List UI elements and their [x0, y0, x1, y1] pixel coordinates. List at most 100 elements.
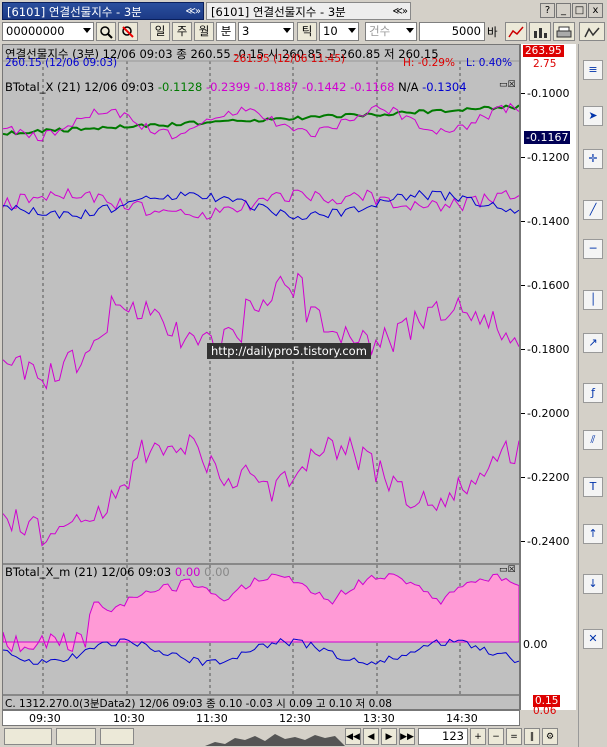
chevron-down-icon: [283, 28, 291, 33]
text-icon[interactable]: T: [583, 476, 603, 497]
search-button[interactable]: [96, 22, 116, 41]
status-box-3[interactable]: [100, 728, 134, 745]
channel-icon[interactable]: ⫽: [583, 430, 603, 451]
y-tick-label: -0.1600: [527, 279, 570, 292]
tick-select[interactable]: 10: [319, 22, 359, 41]
x-tick-label: 13:30: [363, 712, 395, 725]
status-box-2[interactable]: [56, 728, 96, 745]
tab-nav-icon[interactable]: ≪»: [185, 3, 201, 19]
count-select[interactable]: 건수: [365, 22, 417, 41]
status-bar: ◀◀ ◀ ▶ ▶▶ 123 + − = ‖ ⚙: [0, 727, 578, 747]
x-icon[interactable]: ✕: [583, 629, 603, 649]
period-month-button[interactable]: 월: [194, 22, 214, 41]
page-input[interactable]: 123: [418, 728, 468, 745]
search-icon: [100, 26, 113, 39]
tick-button[interactable]: 틱: [297, 22, 317, 41]
vline-icon[interactable]: │: [583, 289, 603, 310]
tab-period: - 3분: [320, 5, 346, 19]
cursor-icon[interactable]: ➤: [583, 106, 603, 127]
y-tick-label: -0.2400: [527, 535, 570, 548]
scroll-prev-button[interactable]: ◀: [363, 728, 379, 745]
chevron-down-icon: [83, 28, 91, 33]
minute-select[interactable]: 3: [238, 22, 294, 41]
price-header-line2b: 261.95 (12/06 11:45): [233, 53, 346, 65]
x-tick-label: 14:30: [446, 712, 478, 725]
help-button[interactable]: ?: [540, 3, 555, 18]
bar-chart-icon: [534, 28, 547, 38]
zoom-in-button[interactable]: +: [470, 728, 486, 745]
fib-icon[interactable]: ƒ: [583, 383, 603, 404]
y-tick-mark: [521, 93, 525, 94]
tab-code: [6101]: [7, 5, 46, 19]
chart-canvas[interactable]: [2, 45, 520, 709]
options-button[interactable]: [579, 22, 605, 41]
tab-period: - 3분: [116, 5, 142, 19]
maximize-button[interactable]: □: [572, 3, 587, 18]
x-tick-label: 12:30: [279, 712, 311, 725]
x-tick-label: 10:30: [113, 712, 145, 725]
panel2-title: BTotal_X_m (21) 12/06 09:03 0.00 0.00: [5, 565, 230, 579]
series-blue-1: [2, 189, 520, 221]
code-select[interactable]: 00000000: [2, 22, 94, 41]
y-tick-label: -0.1200: [527, 151, 570, 164]
drawing-toolbar: ≡ ➤ ✛ ╱ ─ │ ↗ ƒ ⫽ T ↑ ↓ ✕: [578, 44, 607, 747]
y-tick-mark: [521, 221, 525, 222]
series-magenta-3: [2, 272, 520, 390]
tab-futures-3min[interactable]: [6101] 연결선물지수 - 3분 ≪»: [2, 2, 204, 20]
x-tick-label: 09:30: [29, 712, 61, 725]
arrow-icon[interactable]: ↗: [583, 332, 603, 353]
zoom-out-button[interactable]: −: [488, 728, 504, 745]
settings-icon[interactable]: ⚙: [542, 728, 558, 745]
trend-icon[interactable]: ╱: [583, 200, 603, 220]
current-value-tag: -0.1167: [524, 131, 571, 144]
chevron-down-icon: [406, 28, 414, 33]
x-axis: 09:30 10:30 11:30 12:30 13:30 14:30: [2, 710, 520, 726]
print-button[interactable]: [553, 22, 575, 41]
period-minute-button[interactable]: 분: [216, 22, 236, 41]
settings-button[interactable]: [529, 22, 551, 41]
bar-label: 바: [487, 25, 498, 39]
count-input[interactable]: 5000: [419, 22, 485, 41]
toolbar: 00000000 일 주 월 분 3 틱 10 건수 5000 바: [0, 22, 607, 43]
up-icon[interactable]: ↑: [583, 523, 603, 544]
print-icon: [556, 26, 572, 38]
tab-title: 연결선물지수: [252, 5, 317, 19]
tab-futures-3min-2[interactable]: [6101] 연결선물지수 - 3분 ≪»: [206, 2, 411, 20]
histogram-fill: [2, 573, 520, 653]
panel3-title: C. 1312.270.0(3분Data2) 12/06 09:03 종 0.1…: [5, 698, 392, 710]
period-day-button[interactable]: 일: [150, 22, 170, 41]
x-tick-label: 11:30: [196, 712, 228, 725]
panel1-controls-icon[interactable]: ▭☒: [499, 80, 516, 90]
cross-icon[interactable]: ✛: [583, 149, 603, 170]
tab-title: 연결선물지수: [48, 5, 113, 19]
close-button[interactable]: x: [588, 3, 603, 18]
zoom-reset-button[interactable]: =: [506, 728, 522, 745]
series-magenta-4: [2, 433, 520, 547]
status-box[interactable]: [4, 728, 52, 745]
scroll-last-button[interactable]: ▶▶: [399, 728, 415, 745]
panel2-controls-icon[interactable]: ▭☒: [499, 565, 516, 575]
series-green: [2, 104, 520, 136]
price-tag: 263.95: [523, 45, 564, 57]
scroll-first-button[interactable]: ◀◀: [345, 728, 361, 745]
down-icon[interactable]: ↓: [583, 574, 603, 595]
minimize-button[interactable]: _: [556, 3, 571, 18]
chevron-down-icon: [348, 28, 356, 33]
hline-icon[interactable]: ─: [583, 239, 603, 259]
y-tick-mark: [521, 285, 525, 286]
watermark: http://dailypro5.tistory.com: [207, 343, 371, 359]
chart-area[interactable]: 연결선물지수 (3분) 12/06 09:03 종 260.55 -0.15 시…: [2, 44, 520, 710]
scroll-next-button[interactable]: ▶: [381, 728, 397, 745]
panel1-title: BTotal_X (21) 12/06 09:03 -0.1128 -0.239…: [5, 80, 467, 94]
series-blue-lower: [2, 638, 520, 667]
period-week-button[interactable]: 주: [172, 22, 192, 41]
chart-type-button[interactable]: [505, 22, 527, 41]
zoom-fit-button[interactable]: ‖: [524, 728, 540, 745]
menu-icon[interactable]: ≡: [583, 59, 603, 80]
tab-nav-icon[interactable]: ≪»: [392, 3, 408, 19]
clear-button[interactable]: [118, 22, 138, 41]
y-tick-label: -0.2000: [527, 407, 570, 420]
option-icon: [584, 27, 600, 38]
high-pct: H: -0.29%: [403, 57, 455, 69]
line-chart-icon: [508, 26, 524, 38]
